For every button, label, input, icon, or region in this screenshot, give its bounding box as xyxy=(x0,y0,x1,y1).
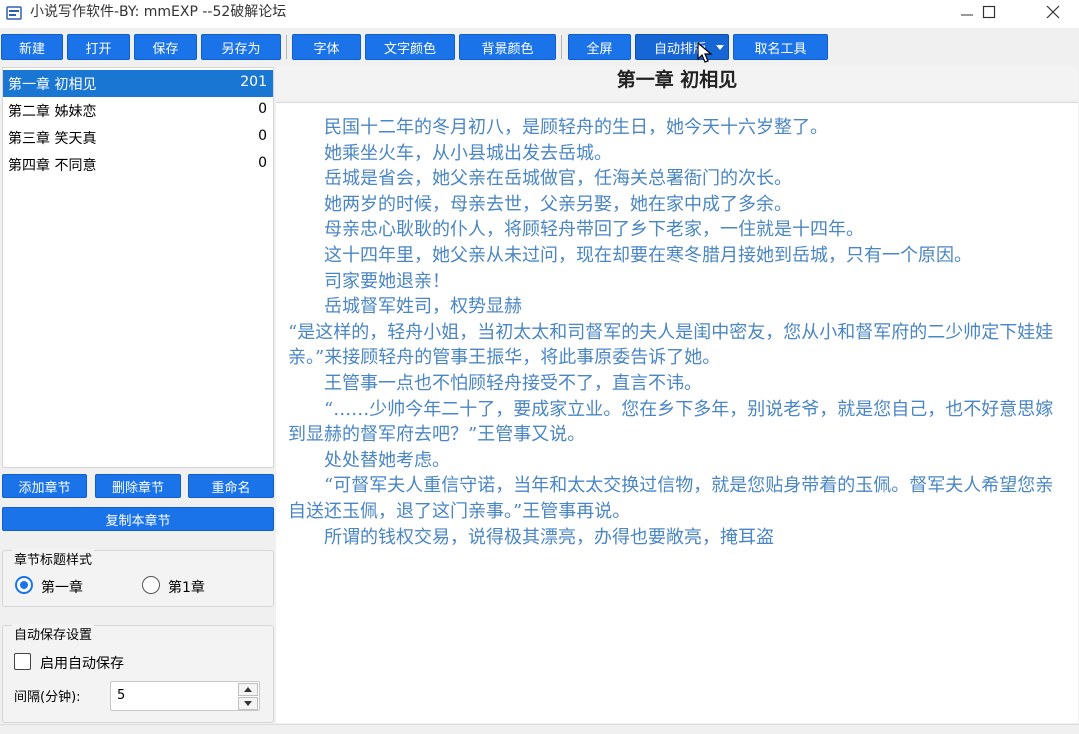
naming-tool-button[interactable]: 取名工具 xyxy=(733,34,828,60)
title-style-radio-arabic[interactable] xyxy=(142,576,160,594)
paragraph: 母亲忠心耿耿的仆人，将顾轻舟带回了乡下老家，一住就是十四年。 xyxy=(288,219,864,241)
toolbar-separator xyxy=(561,35,562,59)
chapter-title: 第三章 笑天真 xyxy=(8,131,97,147)
paragraph: 王管事一点也不怕顾轻舟接受不了，直言不讳。 xyxy=(288,372,702,394)
text-color-button[interactable]: 文字颜色 xyxy=(365,34,455,60)
app-icon xyxy=(6,6,22,20)
window-title: 小说写作软件-BY: mmEXP --52破解论坛 xyxy=(30,4,287,20)
fullscreen-button[interactable]: 全屏 xyxy=(568,34,631,60)
paragraph: 岳城是省会，她父亲在岳城做官，任海关总署衙门的次长。 xyxy=(288,168,792,190)
font-button[interactable]: 字体 xyxy=(292,34,361,60)
chapter-title: 第二章 姊妹恋 xyxy=(8,104,97,120)
chapter-title: 第四章 不同意 xyxy=(8,158,97,174)
title-style-option2-label: 第1章 xyxy=(168,580,205,596)
toolbar: 新建 打开 保存 另存为 字体 文字颜色 背景颜色 全屏 自动排版 取名工具 xyxy=(0,32,1079,62)
open-button[interactable]: 打开 xyxy=(67,34,130,60)
paragraph: 她乘坐火车，从小县城出发去岳城。 xyxy=(288,142,612,164)
maximize-button[interactable] xyxy=(966,0,1012,24)
maximize-icon xyxy=(982,5,996,19)
chapter-item[interactable]: 第一章 初相见 201 xyxy=(3,70,273,97)
chapter-word-count: 0 xyxy=(258,155,267,171)
paragraph: “……少帅今年二十了，要成家立业。您在乡下多年，别说老爷，就是您自己，也不好意思… xyxy=(288,398,1054,446)
close-button[interactable] xyxy=(1030,0,1076,24)
chapter-heading: 第一章 初相见 xyxy=(276,66,1078,100)
paragraph: 这十四年里，她父亲从未过问，现在却要在寒冬腊月接她到岳城，只有一个原因。 xyxy=(288,244,972,266)
text-editor[interactable]: 民国十二年的冬月初八，是顾轻舟的生日，她今天十六岁整了。 她乘坐火车，从小县城出… xyxy=(276,102,1078,723)
chapter-item[interactable]: 第四章 不同意 0 xyxy=(3,151,273,178)
chevron-up-icon xyxy=(244,687,252,692)
auto-layout-button[interactable]: 自动排版 xyxy=(635,34,729,60)
toolbar-separator xyxy=(286,35,287,59)
chapter-title: 第一章 初相见 xyxy=(8,77,97,93)
paragraph: 处处替她考虑。 xyxy=(288,449,450,471)
interval-value: 5 xyxy=(117,688,126,703)
save-button[interactable]: 保存 xyxy=(134,34,197,60)
paragraph: 司家要她退亲！ xyxy=(288,270,450,292)
chapter-list[interactable]: 第一章 初相见 201 第二章 姊妹恋 0 第三章 笑天真 0 第四章 不同意 … xyxy=(2,67,274,468)
title-style-label: 章节标题样式 xyxy=(12,549,95,568)
mouse-cursor-icon xyxy=(697,42,713,63)
paragraph: 民国十二年的冬月初八，是顾轻舟的生日，她今天十六岁整了。 xyxy=(288,117,828,138)
paragraph: “是这样的，轻舟小姐，当初太太和司督军的夫人是闺中密友，您从小和督军府的二少帅定… xyxy=(288,321,1054,369)
paragraph: 她两岁的时候，母亲去世，父亲另娶，她在家中成了多余。 xyxy=(288,193,792,215)
autosave-label: 自动保存设置 xyxy=(12,624,95,643)
app-window: 小说写作软件-BY: mmEXP --52破解论坛 新建 打开 保存 另存为 字… xyxy=(0,0,1079,734)
interval-spinbox[interactable]: 5 xyxy=(110,681,260,711)
add-chapter-button[interactable]: 添加章节 xyxy=(2,474,87,498)
dropdown-arrow-icon xyxy=(716,45,724,50)
chapter-word-count: 0 xyxy=(258,128,267,144)
background-color-button[interactable]: 背景颜色 xyxy=(459,34,556,60)
chapter-word-count: 0 xyxy=(258,101,267,117)
autosave-enable-label: 启用自动保存 xyxy=(40,656,124,672)
paragraph: “可督军夫人重信守诺，当年和太太交换过信物，就是您贴身带着的玉佩。督军夫人希望您… xyxy=(288,475,1054,522)
status-bar xyxy=(0,724,1079,734)
chapter-item[interactable]: 第二章 姊妹恋 0 xyxy=(3,97,273,124)
title-style-radio-chinese[interactable] xyxy=(15,576,33,594)
chapter-word-count: 201 xyxy=(240,74,267,90)
spin-up-button[interactable] xyxy=(238,683,258,696)
autosave-checkbox[interactable] xyxy=(14,653,31,670)
chevron-down-icon xyxy=(244,701,252,706)
title-bar: 小说写作软件-BY: mmEXP --52破解论坛 xyxy=(0,0,1079,28)
rename-chapter-button[interactable]: 重命名 xyxy=(188,474,274,498)
title-style-option1-label: 第一章 xyxy=(41,580,83,596)
close-icon xyxy=(1046,5,1060,19)
new-button[interactable]: 新建 xyxy=(1,34,63,60)
interval-label: 间隔(分钟): xyxy=(14,690,81,705)
paragraph: 岳城督军姓司，权势显赫 xyxy=(288,296,522,318)
editor-content[interactable]: 民国十二年的冬月初八，是顾轻舟的生日，她今天十六岁整了。 她乘坐火车，从小县城出… xyxy=(288,115,1064,550)
chapter-item[interactable]: 第三章 笑天真 0 xyxy=(3,124,273,151)
delete-chapter-button[interactable]: 删除章节 xyxy=(95,474,181,498)
copy-chapter-button[interactable]: 复制本章节 xyxy=(2,507,274,531)
spin-down-button[interactable] xyxy=(238,697,258,710)
save-as-button[interactable]: 另存为 xyxy=(201,34,281,60)
paragraph: 所谓的钱权交易，说得极其漂亮，办得也要敞亮，掩耳盗 xyxy=(288,526,774,548)
